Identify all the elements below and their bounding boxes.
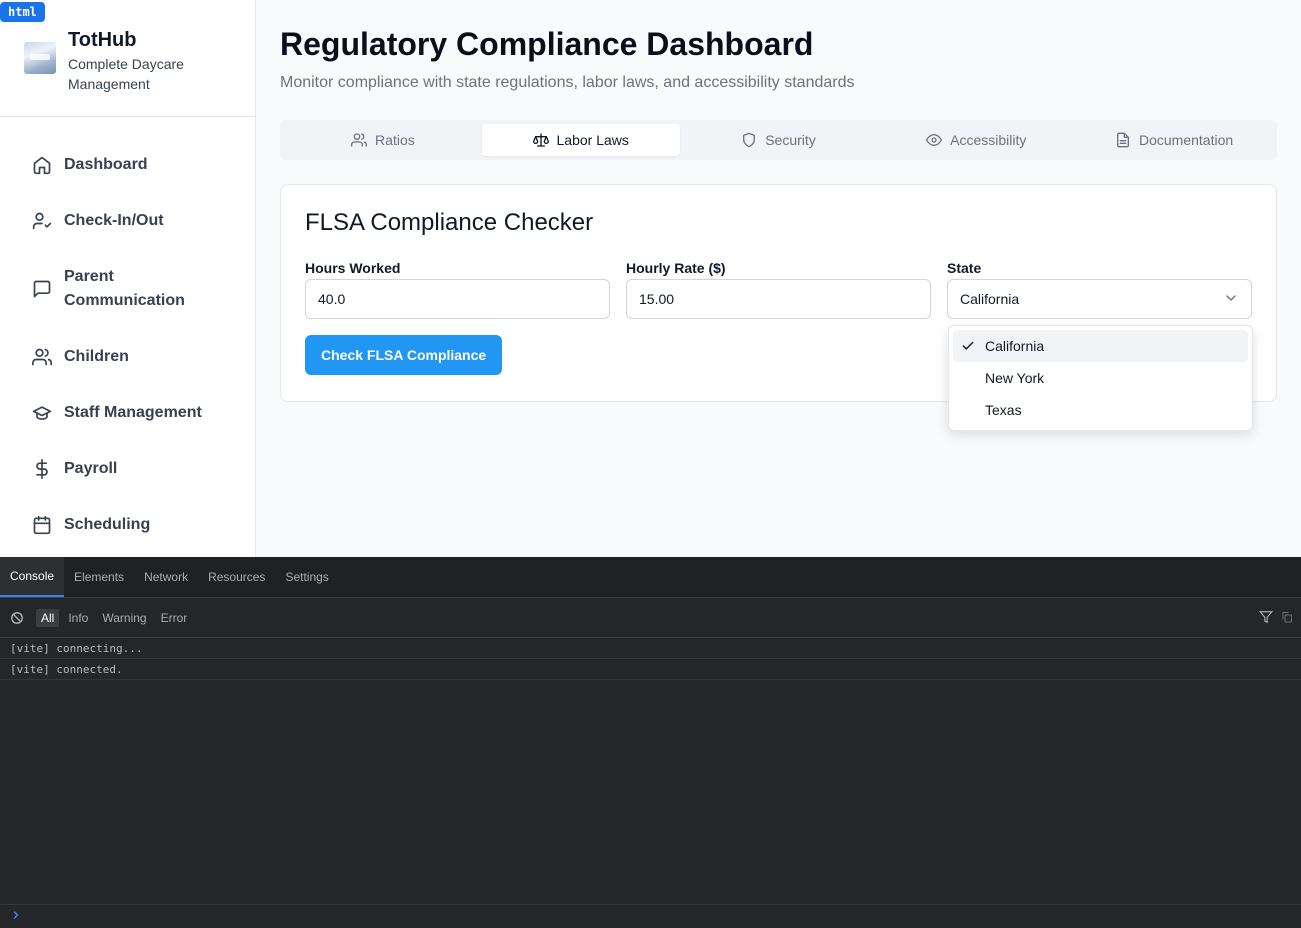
file-text-icon [1115,132,1131,148]
tab-label: Security [765,132,816,148]
sidebar-item-dashboard[interactable]: Dashboard [0,137,255,193]
message-square-icon [32,279,52,299]
hours-input[interactable]: 40.0 [305,279,610,319]
hours-label: Hours Worked [305,260,401,276]
devtools-tab-console[interactable]: Console [0,557,65,597]
home-icon [32,155,52,175]
shield-icon [741,132,757,148]
console-filter-bar: All Info Warning Error [0,598,1301,638]
check-flsa-button[interactable]: Check FLSA Compliance [305,335,503,375]
devtools-panel: Console Elements Network Resources Setti… [0,557,1301,928]
filter-all[interactable]: All [36,608,60,627]
state-option-new-york[interactable]: New York [953,362,1248,394]
flsa-card: FLSA Compliance Checker Hours Worked 40.… [280,184,1277,431]
sidebar-item-scheduling[interactable]: Scheduling [0,497,255,553]
tab-label: Documentation [1139,132,1234,148]
sidebar-item-label: Children [64,348,129,365]
tab-label: Labor Laws [556,132,629,148]
page-subtitle: Monitor compliance with state regulation… [280,74,855,91]
dollar-sign-icon [32,459,52,479]
option-label: California [985,338,1045,354]
sidebar-item-parent-communication[interactable]: Parent Communication [0,249,255,329]
calendar-icon [32,515,52,535]
clear-console-icon[interactable] [10,611,24,625]
brand-name: TotHub [68,29,137,51]
logo-image [24,42,56,74]
tab-label: Accessibility [950,132,1027,148]
sidebar-item-check-in-out[interactable]: Check-In/Out [0,193,255,249]
rate-label: Hourly Rate ($) [626,260,726,276]
state-dropdown: California New York Texas [948,325,1253,431]
filter-info[interactable]: Info [63,609,93,627]
compliance-tabs: Ratios Labor Laws Security Accessibility… [280,120,1277,160]
check-icon [961,339,975,353]
tab-accessibility[interactable]: Accessibility [877,124,1075,156]
scale-icon [532,132,549,148]
console-prompt[interactable] [0,904,1301,928]
tab-security[interactable]: Security [680,124,878,156]
app-window: TotHub Complete Daycare Management Dashb… [0,0,1301,557]
main-content: Regulatory Compliance Dashboard Monitor … [256,0,1301,557]
state-option-texas[interactable]: Texas [953,394,1248,426]
user-check-icon [32,211,52,231]
devtools-tab-elements[interactable]: Elements [64,557,134,597]
devtools-tab-network[interactable]: Network [134,557,198,597]
sidebar-item-payroll[interactable]: Payroll [0,441,255,497]
devtools-tabs: Console Elements Network Resources Setti… [0,557,1301,598]
tab-labor-laws[interactable]: Labor Laws [481,124,680,156]
filter-error[interactable]: Error [156,609,193,627]
state-select-value: California [960,291,1020,307]
eye-icon [926,132,943,148]
console-log-line: [vite] connecting... [0,638,1301,659]
tab-ratios[interactable]: Ratios [284,124,482,156]
users-icon [32,347,52,367]
sidebar-item-staff-management[interactable]: Staff Management [0,385,255,441]
console-log-line: [vite] connected. [0,659,1301,680]
html-badge: html [0,2,45,22]
sidebar-item-children[interactable]: Children [0,329,255,385]
state-select[interactable]: California [947,279,1252,319]
sidebar-item-label: Parent Communication [64,268,185,309]
devtools-tab-resources[interactable]: Resources [198,557,275,597]
sidebar-item-label: Staff Management [64,404,202,421]
state-option-california[interactable]: California [953,330,1248,362]
rate-input[interactable]: 15.00 [626,279,931,319]
sidebar-item-label: Dashboard [64,156,148,173]
state-label: State [947,260,982,276]
sidebar: TotHub Complete Daycare Management Dashb… [0,0,256,557]
option-label: Texas [985,402,1022,418]
filter-icon[interactable] [1258,610,1274,627]
brand-subtitle: Complete Daycare Management [68,56,184,92]
chevron-down-icon [1223,290,1239,309]
devtools-tab-settings[interactable]: Settings [275,557,338,597]
option-label: New York [985,370,1045,386]
sidebar-item-label: Check-In/Out [64,212,164,229]
users-icon [351,132,368,148]
sidebar-item-label: Scheduling [64,516,151,533]
sidebar-nav: Dashboard Check-In/Out Parent Communicat… [0,117,255,553]
sidebar-item-label: Payroll [64,460,118,477]
filter-warning[interactable]: Warning [97,609,151,627]
copy-icon[interactable] [1281,610,1293,627]
page-title: Regulatory Compliance Dashboard [280,26,814,62]
tab-documentation[interactable]: Documentation [1075,124,1273,156]
chevron-right-icon [10,908,22,926]
tab-label: Ratios [375,132,415,148]
graduation-cap-icon [32,403,52,423]
card-title: FLSA Compliance Checker [305,209,594,236]
